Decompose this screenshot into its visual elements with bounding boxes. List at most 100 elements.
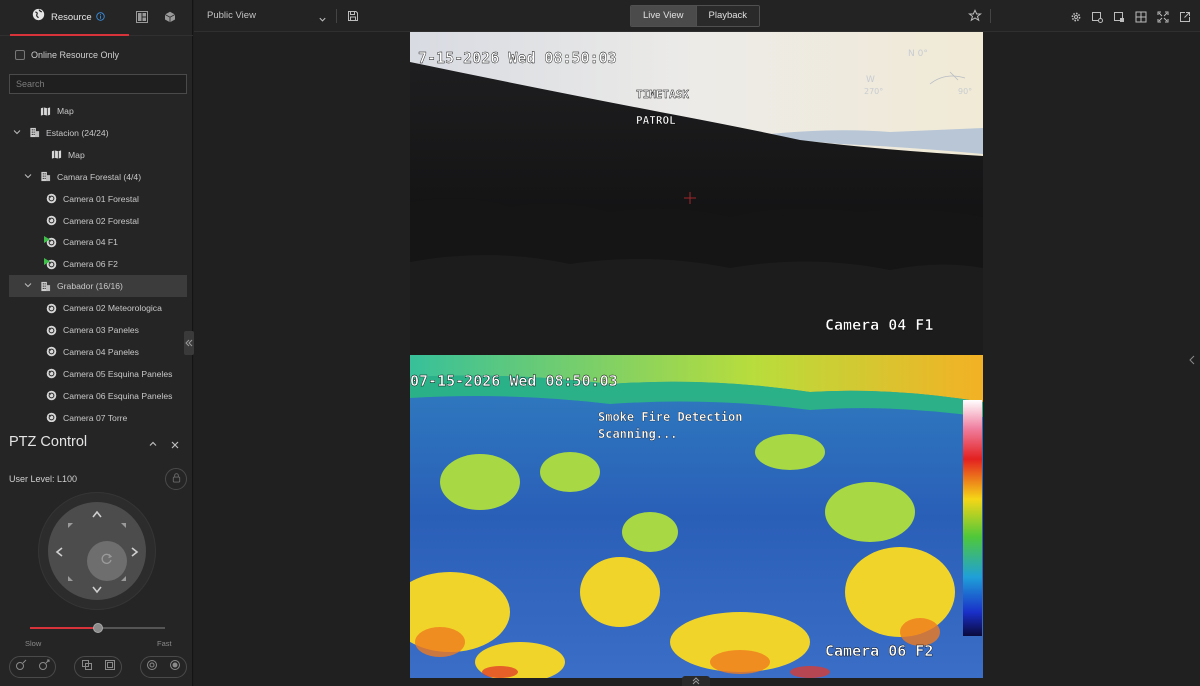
live-view-tab[interactable]: Live View — [631, 6, 696, 26]
online-only-toggle[interactable]: Online Resource Only — [15, 50, 119, 60]
compass-east-degrees: 90° — [958, 87, 972, 96]
tree-map-item[interactable]: Map — [9, 144, 187, 166]
chevron-down-icon[interactable] — [24, 281, 32, 291]
tree-map-item[interactable]: Map — [9, 100, 187, 122]
tree-camera-item[interactable]: Camera 01 Forestal — [9, 188, 187, 210]
arrow-left-icon[interactable] — [54, 545, 66, 557]
playback-tab[interactable]: Playback — [695, 6, 760, 26]
app-window: Resource Online Resource Only Map Estacio… — [0, 0, 1200, 686]
camera-1-name: Camera 04 F1 — [825, 316, 933, 334]
external-window-icon[interactable] — [1179, 10, 1191, 28]
ptz-direction-ring[interactable] — [48, 502, 146, 600]
mode-switch: Live View Playback — [630, 5, 761, 27]
toolbar-divider — [990, 9, 991, 23]
tree-item-label: Camera 05 Esquina Paneles — [63, 368, 173, 379]
iris-open-icon[interactable] — [146, 658, 158, 676]
chevron-down-icon[interactable] — [24, 172, 32, 182]
star-icon[interactable] — [967, 9, 983, 28]
arrow-right-icon[interactable] — [128, 545, 140, 557]
tree-group-item[interactable]: Estacion (24/24) — [9, 122, 187, 144]
tree-item-label: Camara Forestal (4/4) — [57, 171, 142, 182]
camera-icon — [44, 257, 57, 270]
gear-icon[interactable] — [1070, 10, 1082, 28]
tree-item-label: Camera 06 F2 — [63, 259, 118, 270]
double-chevron-up-icon — [692, 672, 700, 686]
tree-camera-item[interactable]: Camera 06 Esquina Paneles — [9, 385, 187, 407]
focus-far-icon[interactable] — [104, 658, 116, 676]
window-control-icon[interactable] — [1113, 10, 1125, 28]
speed-slow-label: Slow — [25, 639, 42, 648]
ptz-lock-button[interactable] — [165, 468, 187, 490]
tree-camera-item[interactable]: Camera 02 Meteorologica — [9, 297, 187, 319]
camera-tile-1[interactable]: 7-15-2026 Wed 08:50:03 TIMETASK PATROL N… — [410, 32, 983, 355]
compass-west-label: W — [866, 75, 875, 85]
camera-tile-2[interactable]: 07-15-2026 Wed 08:50:03 Smoke Fire Detec… — [410, 355, 983, 678]
tree-item-label: Estacion (24/24) — [46, 127, 109, 138]
tree-camera-item[interactable]: Camera 03 Paneles — [9, 319, 187, 341]
tree-group-item[interactable]: Grabador (16/16) — [9, 275, 187, 298]
camera-1-timestamp: 7-15-2026 Wed 08:50:03 — [418, 49, 617, 67]
collapse-panel-handle[interactable] — [184, 331, 194, 355]
camera-2-overlay-detection: Smoke Fire Detection — [598, 410, 743, 424]
camera-icon — [46, 346, 57, 357]
lock-icon — [171, 470, 182, 488]
tree-camera-item[interactable]: Camera 07 Torre — [9, 407, 187, 422]
zoom-in-icon[interactable] — [38, 658, 50, 676]
tree-item-label: Camera 07 Torre — [63, 412, 128, 422]
chevron-down-icon[interactable] — [13, 128, 21, 138]
expand-right-panel-icon[interactable] — [1188, 352, 1196, 370]
speed-slider-handle[interactable] — [92, 623, 103, 633]
ptz-speed-slider[interactable] — [30, 623, 165, 633]
online-only-checkbox[interactable] — [15, 50, 25, 60]
grid-layout-icon[interactable] — [1135, 10, 1147, 28]
focus-near-icon[interactable] — [81, 658, 93, 676]
auto-scan-button[interactable] — [87, 541, 127, 581]
tree-camera-item[interactable]: Camera 06 F2 — [9, 253, 187, 275]
building-icon — [40, 281, 51, 292]
zoom-out-icon[interactable] — [15, 658, 27, 676]
tree-camera-item[interactable]: Camera 04 F1 — [9, 231, 187, 253]
tree-group-item[interactable]: Camara Forestal (4/4) — [9, 166, 187, 188]
camera-1-overlay-patrol: PATROL — [636, 114, 676, 127]
fullscreen-icon[interactable] — [1157, 10, 1169, 28]
online-only-label: Online Resource Only — [31, 50, 120, 60]
window-settings-icon[interactable] — [1091, 10, 1103, 28]
map-icon — [40, 106, 51, 117]
arrow-down-left-icon[interactable] — [65, 571, 77, 583]
tree-camera-item[interactable]: Camera 04 Paneles — [9, 341, 187, 363]
close-icon[interactable] — [170, 437, 180, 455]
compass-north-label: N 0° — [908, 49, 928, 59]
left-panel: Resource Online Resource Only Map Estacio… — [0, 0, 194, 686]
tree-item-label: Camera 02 Meteorologica — [63, 303, 162, 314]
refresh-icon — [100, 552, 114, 571]
arrow-up-icon[interactable] — [91, 508, 103, 520]
save-view-icon[interactable] — [347, 9, 359, 27]
tree-item-label: Camera 04 Paneles — [63, 346, 139, 357]
arrow-up-left-icon[interactable] — [65, 519, 77, 531]
tree-item-label: Camera 02 Forestal — [63, 215, 139, 226]
info-icon[interactable] — [95, 8, 105, 26]
tab-view-layout-icon[interactable] — [136, 10, 148, 28]
globe-icon — [32, 8, 45, 26]
tree-camera-item[interactable]: Camera 05 Esquina Paneles — [9, 363, 187, 385]
chevron-up-icon[interactable] — [148, 436, 158, 454]
view-selector[interactable]: Public View — [207, 10, 256, 21]
camera-icon — [46, 368, 57, 379]
ptz-joystick[interactable] — [38, 492, 156, 610]
search-input[interactable] — [9, 74, 187, 94]
expand-bottom-panel-handle[interactable] — [682, 676, 710, 686]
tab-cube-icon[interactable] — [164, 10, 176, 28]
chevron-down-icon[interactable] — [318, 11, 327, 29]
camera-1-near-trees — [410, 254, 983, 355]
top-toolbar: Public View Live View Playback — [194, 0, 1200, 32]
arrow-down-icon[interactable] — [91, 582, 103, 594]
tree-item-label: Camera 01 Forestal — [63, 193, 139, 204]
tree-camera-item[interactable]: Camera 02 Forestal — [9, 210, 187, 232]
user-level: User Level: L100 — [9, 474, 78, 484]
iris-close-icon[interactable] — [169, 658, 181, 676]
arrow-up-right-icon[interactable] — [117, 519, 129, 531]
tab-resource[interactable]: Resource — [10, 0, 129, 36]
camera-1-overlay-task: TIMETASK — [636, 88, 689, 101]
camera-2-timestamp: 07-15-2026 Wed 08:50:03 — [410, 372, 618, 390]
ptz-title: PTZ Control — [9, 434, 88, 450]
